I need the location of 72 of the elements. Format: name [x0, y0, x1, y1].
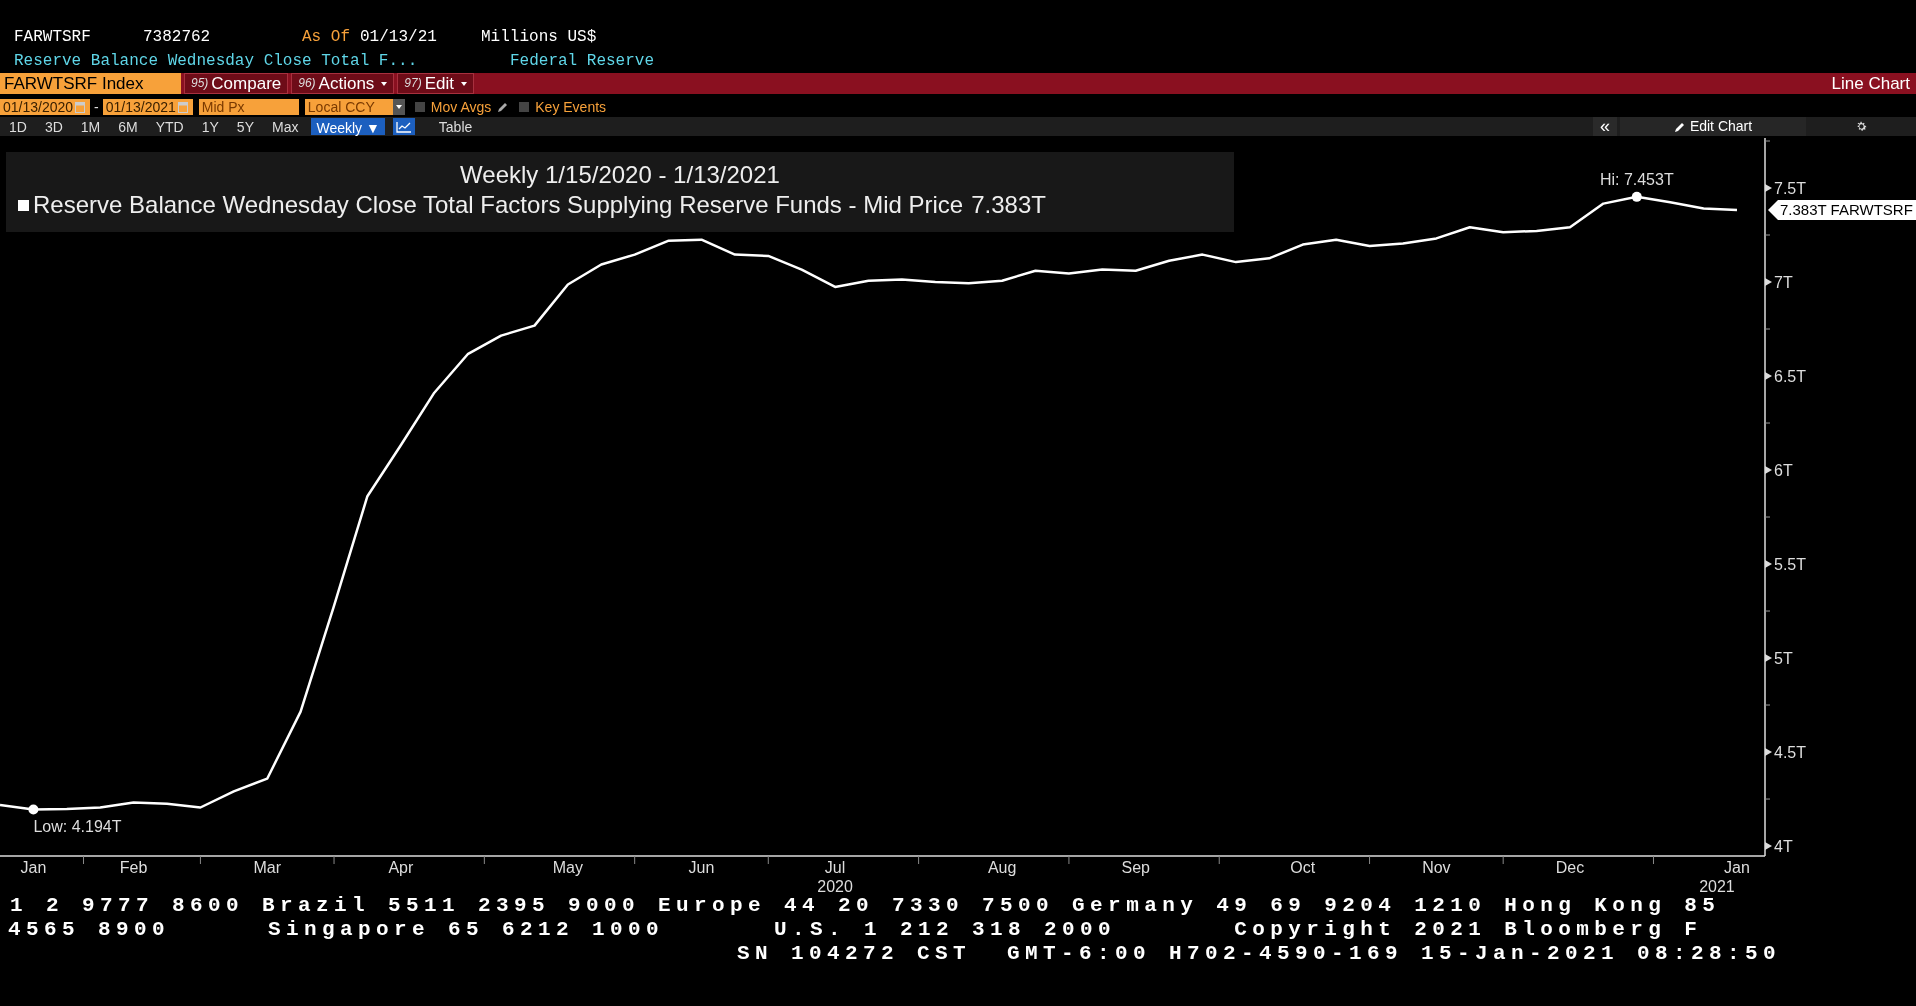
legend-series: Reserve Balance Wednesday Close Total Factors Supplying Reserve Funds - Mid Price: [33, 190, 964, 220]
range-button[interactable]: 1Y: [192, 117, 228, 136]
view-title: Line Chart: [1831, 73, 1911, 94]
collapse-button[interactable]: «: [1593, 117, 1617, 136]
y-tick-label: 4.5T: [1774, 744, 1806, 762]
footer-text: 4565 8900: [8, 918, 171, 942]
menu-button[interactable]: 95) Compare: [184, 73, 289, 94]
year-label: 2021: [1699, 878, 1735, 894]
range-button[interactable]: 1M: [71, 117, 110, 136]
checkbox[interactable]: [414, 102, 425, 112]
ticker: FARWTSRF: [14, 27, 92, 48]
x-tick-label: Feb: [119, 859, 148, 876]
pencil-icon[interactable]: [1673, 120, 1686, 133]
y-tick-label: 6T: [1774, 462, 1793, 479]
x-tick-label: Jun: [688, 859, 715, 876]
units: Millions US$: [481, 27, 597, 48]
price-field[interactable]: Mid Px: [198, 99, 299, 115]
x-tick-label: Dec: [1555, 859, 1585, 876]
x-tick-label: Sep: [1121, 859, 1150, 876]
x-tick-label: Jan: [20, 859, 47, 876]
date-separator: -: [93, 97, 100, 117]
x-tick-label: Mar: [253, 859, 281, 876]
x-tick-label: Jul: [824, 859, 846, 876]
x-tick-label: Apr: [388, 859, 414, 876]
legend-title: Weekly 1/15/2020 - 1/13/2021: [460, 160, 780, 190]
footer-text: 1 2 9777 8600 Brazil 5511 2395 9000 Europe 44 20 7330 7500 Germany 49 69 9204 1210 Hong Kong 85: [10, 894, 1721, 918]
x-tick-label: Jan: [1724, 859, 1750, 876]
x-tick-label: Oct: [1290, 859, 1316, 876]
x-tick-label: May: [552, 859, 583, 876]
range-button[interactable]: YTD: [146, 117, 193, 136]
security-field[interactable]: FARWTSRF Index: [0, 73, 181, 94]
as-of-date: 01/13/21: [360, 27, 438, 48]
y-tick-label: 5.5T: [1774, 556, 1806, 573]
pencil-icon[interactable]: [497, 101, 510, 113]
as-of-label: As Of: [302, 27, 350, 48]
range-button[interactable]: 6M: [109, 117, 147, 136]
y-tick-label: 4T: [1774, 838, 1793, 856]
footer-text: Copyright 2021 Bloomberg F: [1234, 918, 1703, 942]
range-button[interactable]: 1D: [0, 117, 36, 136]
x-tick-label: Nov: [1422, 859, 1451, 876]
year-label: 2020: [817, 878, 853, 894]
end-date-field[interactable]: 01/13/2021: [102, 99, 193, 115]
menu-button[interactable]: 97) Edit: [397, 73, 474, 94]
last-value: 7382762: [143, 27, 212, 48]
chart-type-button[interactable]: [392, 118, 415, 135]
start-date-field[interactable]: 01/13/2020: [0, 99, 91, 115]
x-tick-label: Aug: [987, 859, 1017, 876]
y-tick-label: 5T: [1774, 650, 1793, 668]
line-chart-icon: [395, 120, 412, 133]
footer-text: Singapore 65 6212 1000: [268, 918, 665, 942]
range-button[interactable]: 5Y: [227, 117, 263, 136]
menu-button[interactable]: 96) Actions: [291, 73, 395, 94]
footer-text: SN 104272 CST GMT-6:00 H702-4590-169 15-Jan-2021 08:28:50: [737, 942, 1782, 966]
legend-value: 7.383T: [971, 190, 1046, 220]
y-tick-label: 7.5T: [1774, 180, 1806, 197]
footer-text: U.S. 1 212 318 2000: [774, 918, 1117, 942]
y-tick-label: 6.5T: [1774, 368, 1806, 385]
price-tag: 7.383T FARWTSRF: [1768, 200, 1916, 220]
frequency-dropdown[interactable]: Weekly ▼: [311, 118, 385, 135]
source: Federal Reserve: [510, 50, 655, 72]
checkbox-label: Key Events: [535, 97, 607, 117]
caret-icon: [392, 99, 405, 115]
y-tick-label: 7T: [1774, 274, 1793, 291]
checkbox-label: Mov Avgs: [430, 97, 492, 117]
range-button[interactable]: 3D: [35, 117, 72, 136]
checkbox[interactable]: [519, 102, 530, 112]
edit-chart-button[interactable]: Edit Chart: [1620, 117, 1806, 136]
range-button[interactable]: Max: [262, 117, 308, 136]
series-swatch-icon: [18, 199, 29, 211]
security-description: Reserve Balance Wednesday Close Total F...: [14, 50, 419, 72]
table-button[interactable]: Table: [434, 117, 477, 136]
currency-dropdown[interactable]: Local CCY: [304, 99, 405, 115]
